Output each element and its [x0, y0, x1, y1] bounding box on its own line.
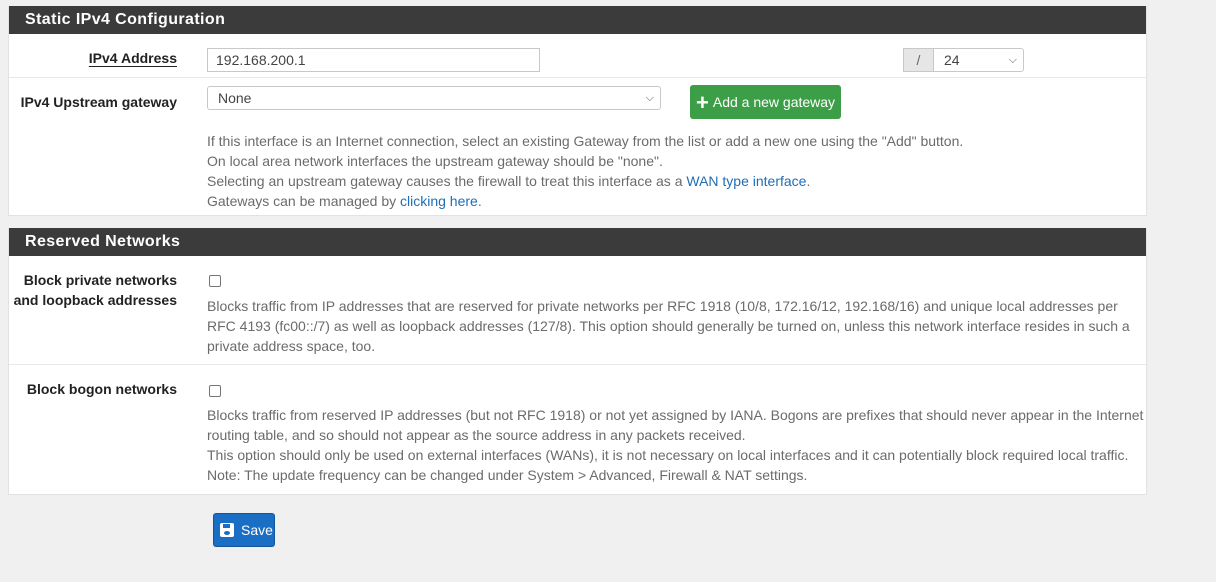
add-gateway-button[interactable]: + Add a new gateway: [690, 85, 842, 119]
wan-type-interface-link[interactable]: WAN type interface: [686, 173, 806, 189]
reserved-networks-panel: Reserved Networks Block private networks…: [8, 228, 1147, 495]
ipv4-address-label: IPv4 Address: [88, 50, 177, 66]
save-icon: [220, 523, 234, 537]
upstream-gateway-label: IPv4 Upstream gateway: [20, 94, 177, 110]
manage-gateways-link[interactable]: clicking here: [400, 193, 478, 209]
block-bogon-help-text: Blocks traffic from reserved IP addresse…: [207, 407, 1144, 483]
chevron-down-icon: ⌵: [1008, 54, 1017, 66]
block-bogon-row: Block bogon networks Blocks traffic from…: [9, 365, 1146, 495]
cidr-prefix-select[interactable]: 24 ⌵: [933, 48, 1024, 72]
ipv4-address-row: IPv4 Address / 24 ⌵: [9, 34, 1146, 78]
ipv4-address-input[interactable]: [207, 48, 540, 72]
plus-icon: +: [696, 90, 709, 115]
block-private-row: Block private networks and loopback addr…: [9, 256, 1146, 365]
chevron-down-icon: ⌵: [645, 92, 654, 104]
block-private-checkbox[interactable]: [209, 275, 221, 287]
block-private-label: Block private networks and loopback addr…: [13, 272, 177, 308]
block-bogon-checkbox[interactable]: [209, 385, 221, 397]
gateway-help-text: If this interface is an Internet connect…: [207, 133, 964, 209]
save-button[interactable]: Save: [213, 513, 275, 547]
panel-heading-reserved-networks: Reserved Networks: [9, 228, 1146, 256]
static-ipv4-panel: Static IPv4 Configuration IPv4 Address /…: [8, 6, 1147, 216]
block-bogon-label: Block bogon networks: [26, 381, 177, 397]
upstream-gateway-row: IPv4 Upstream gateway None ⌵ + Add a new …: [9, 78, 1146, 216]
panel-heading-static-ipv4: Static IPv4 Configuration: [9, 6, 1146, 34]
cidr-separator: /: [903, 48, 934, 72]
upstream-gateway-select[interactable]: None ⌵: [207, 86, 661, 110]
block-private-help-text: Blocks traffic from IP addresses that ar…: [207, 298, 1130, 354]
